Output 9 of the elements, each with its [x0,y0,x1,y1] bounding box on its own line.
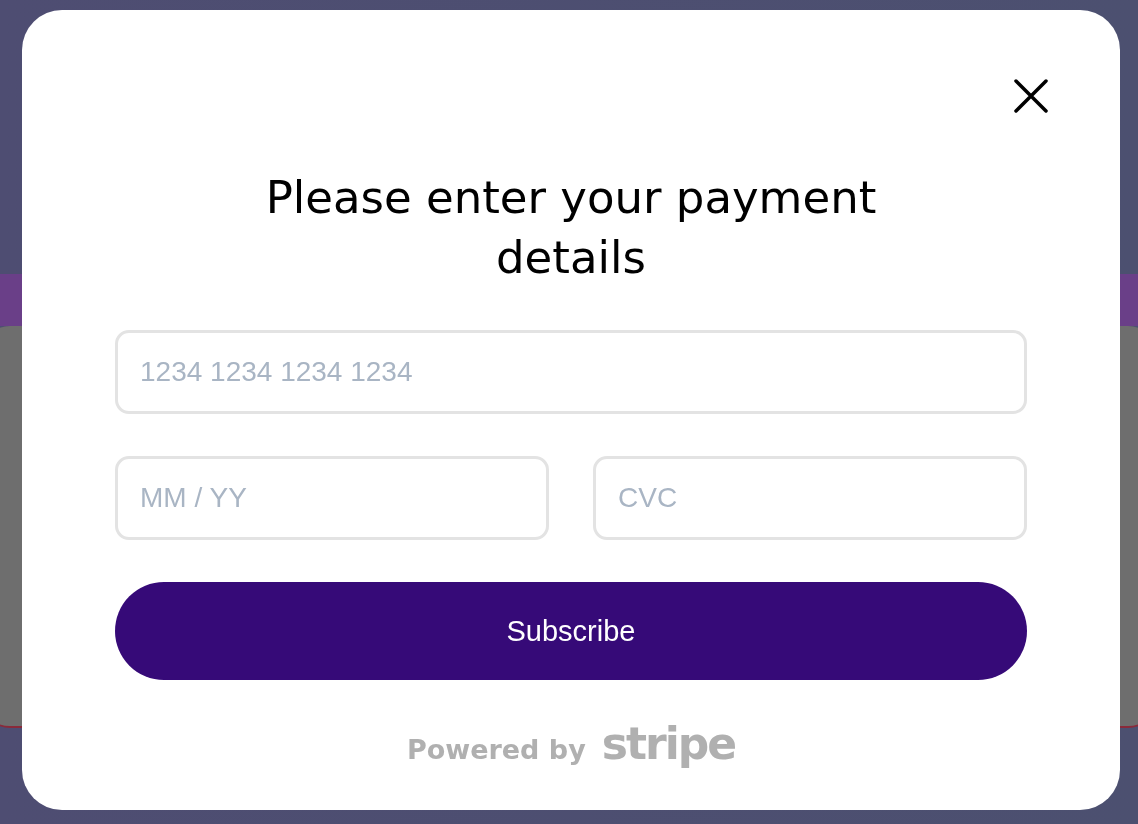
expiry-field[interactable]: MM / YY [115,456,549,540]
subscribe-button[interactable]: Subscribe [115,582,1027,680]
close-icon [1013,78,1049,114]
brand-logo: stripe [601,718,736,769]
card-number-field[interactable]: 1234 1234 1234 1234 [115,330,1027,414]
cvc-field[interactable]: CVC [593,456,1027,540]
powered-by-text: Powered by [406,734,586,765]
dialog-title: Please enter your payment details [264,170,878,286]
close-button[interactable] [1013,78,1049,114]
